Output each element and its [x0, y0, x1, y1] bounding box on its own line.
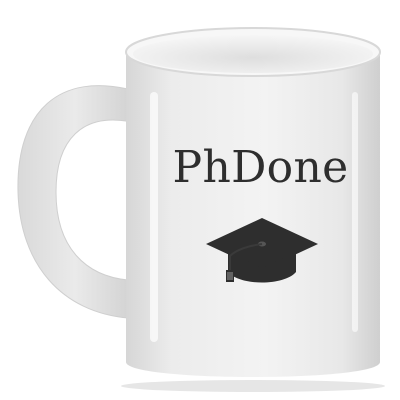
mug-shadow: [121, 380, 385, 392]
mug-handle: [17, 85, 133, 319]
highlight-right: [352, 92, 358, 332]
highlight-left: [150, 92, 158, 342]
mug-body: [126, 52, 380, 377]
mug-illustration: [17, 27, 385, 392]
mug-inside: [133, 35, 373, 73]
product-photo: PhDone: [0, 0, 400, 400]
mug-print-text: PhDone: [172, 142, 349, 193]
